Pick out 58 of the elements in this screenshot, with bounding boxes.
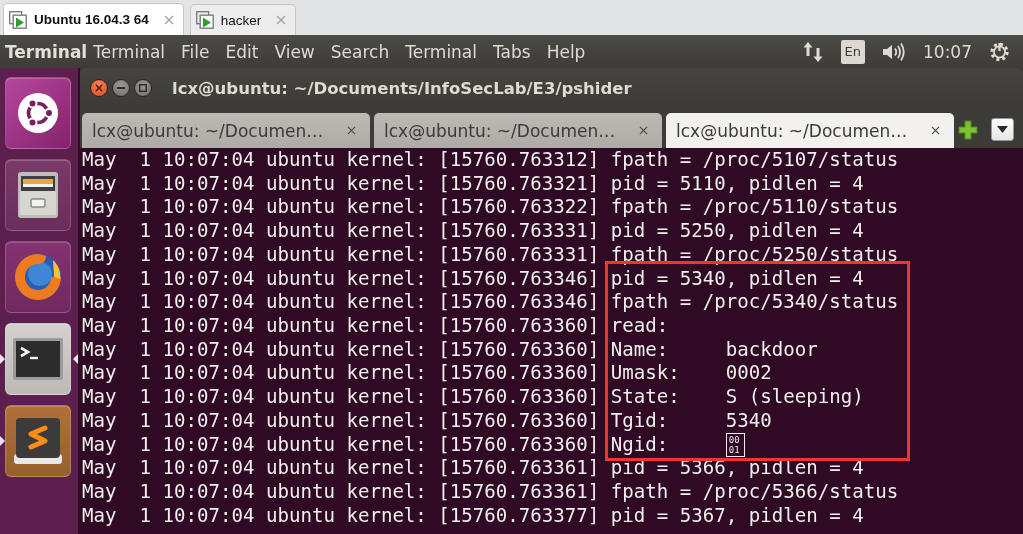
plus-icon[interactable] bbox=[958, 119, 978, 140]
close-icon[interactable] bbox=[931, 126, 940, 135]
keyboard-layout-indicator[interactable]: En bbox=[840, 39, 865, 64]
window-title: lcx@ubuntu: ~/Documents/InfoSecLab/E3/pshider bbox=[172, 78, 632, 98]
launcher-button[interactable] bbox=[5, 159, 71, 231]
terminal-line: May 1 10:07:04 ubuntu kernel: [15760.763321] pid = 5110, pidlen = 4 bbox=[82, 171, 864, 195]
terminal-tab[interactable]: lcx@ubuntu: ~/Documen… bbox=[82, 113, 370, 148]
terminal-line: May 1 10:07:04 ubuntu kernel: [15760.763377] pid = 5367, pidlen = 4 bbox=[82, 503, 864, 527]
terminal-icon bbox=[12, 337, 64, 381]
menu-item[interactable]: File bbox=[181, 41, 210, 62]
terminal-tab[interactable]: lcx@ubuntu: ~/Documen… bbox=[666, 113, 954, 148]
maximize-icon bbox=[139, 84, 147, 92]
app-title: Terminal bbox=[5, 41, 88, 62]
terminal-line: May 1 10:07:04 ubuntu kernel: [15760.763312] fpath = /proc/5107/status bbox=[82, 148, 899, 171]
terminal-line: May 1 10:07:04 ubuntu kernel: [15760.763361] fpath = /proc/5366/status bbox=[82, 480, 899, 504]
speaker-icon[interactable] bbox=[882, 41, 906, 62]
menu-item[interactable]: Terminal bbox=[405, 41, 477, 62]
terminal-line: May 1 10:07:04 ubuntu kernel: [15760.763360] read: bbox=[82, 314, 669, 338]
clock[interactable]: 10:07 bbox=[923, 41, 972, 62]
terminal-line: May 1 10:07:04 ubuntu kernel: [15760.763360] Name: backdoor bbox=[82, 337, 818, 361]
menu-item[interactable]: Tabs bbox=[493, 41, 531, 62]
minimize-button[interactable] bbox=[112, 79, 130, 97]
terminal-line: May 1 10:07:04 ubuntu kernel: [15760.763331] fpath = /proc/5250/status bbox=[82, 242, 899, 266]
terminal-line: May 1 10:07:04 ubuntu kernel: [15760.763360] State: S (sleeping) bbox=[82, 385, 864, 409]
close-icon bbox=[95, 84, 103, 92]
terminal-line: May 1 10:07:04 ubuntu kernel: [15760.763360] Umask: 0002 bbox=[82, 361, 772, 385]
gear-icon[interactable] bbox=[989, 41, 1010, 62]
close-button[interactable] bbox=[90, 79, 108, 97]
up-down-arrows-icon[interactable] bbox=[801, 40, 824, 63]
close-icon[interactable] bbox=[347, 126, 356, 135]
tab-menu-button[interactable] bbox=[991, 118, 1014, 141]
terminal-line: May 1 10:07:04 ubuntu kernel: [15760.763346] fpath = /proc/5340/status bbox=[82, 290, 899, 314]
vm-icon bbox=[9, 10, 27, 29]
menu-item[interactable]: View bbox=[274, 41, 315, 62]
vm-tab[interactable]: Ubuntu 16.04.3 64 bbox=[3, 3, 184, 35]
launcher-button[interactable] bbox=[5, 323, 71, 395]
terminal-line: May 1 10:07:04 ubuntu kernel: [15760.763360] Tgid: 5340 bbox=[82, 408, 772, 432]
menu-item[interactable]: Help bbox=[546, 41, 586, 62]
menu-item[interactable]: Terminal bbox=[93, 41, 166, 62]
s-logo-icon bbox=[12, 416, 64, 466]
terminal-line: May 1 10:07:04 ubuntu kernel: [15760.763360] Ngid: bbox=[82, 432, 669, 456]
globe-icon bbox=[13, 252, 63, 302]
terminal-line: May 1 10:07:04 ubuntu kernel: [15760.763346] pid = 5340, pidlen = 4 bbox=[82, 266, 864, 290]
launcher-button[interactable] bbox=[5, 405, 71, 477]
close-icon[interactable] bbox=[639, 126, 648, 135]
terminal-line: May 1 10:07:04 ubuntu kernel: [15760.763331] pid = 5250, pidlen = 4 bbox=[82, 219, 864, 243]
terminal-line: May 1 10:07:04 ubuntu kernel: [15760.763322] fpath = /proc/5110/status bbox=[82, 195, 899, 219]
launcher-button[interactable] bbox=[5, 77, 71, 149]
menu-item[interactable]: Search bbox=[330, 41, 390, 62]
vm-tab[interactable]: hacker bbox=[189, 4, 297, 35]
vm-icon bbox=[195, 11, 214, 29]
minimize-icon bbox=[117, 87, 125, 89]
caret-down-icon bbox=[997, 126, 1008, 133]
terminal-tab[interactable]: lcx@ubuntu: ~/Documen… bbox=[374, 113, 662, 148]
maximize-button[interactable] bbox=[134, 79, 152, 97]
hex-code-glyph: 00 01 bbox=[725, 432, 745, 457]
menu-item[interactable]: Edit bbox=[225, 41, 259, 62]
ubuntu-logo-icon bbox=[17, 92, 59, 134]
